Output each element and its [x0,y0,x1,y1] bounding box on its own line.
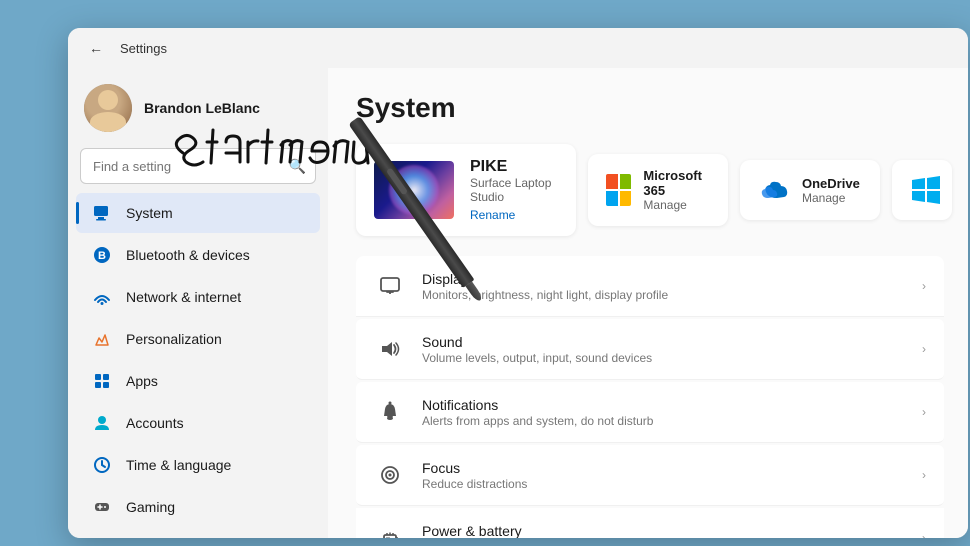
content-area: Brandon LeBlanc 🔍 System [68,68,968,538]
sound-icon [374,333,406,365]
focus-name: Focus [422,460,906,476]
ms365-name: Microsoft 365 [643,168,710,198]
sound-desc: Volume levels, output, input, sound devi… [422,351,906,365]
display-name: Display [422,271,906,287]
sidebar-item-apps-label: Apps [126,373,158,389]
sidebar-item-gaming[interactable]: Gaming [76,487,320,527]
search-icon: 🔍 [289,158,306,175]
power-chevron: › [922,531,926,538]
windows-card[interactable] [892,160,952,220]
sound-text: Sound Volume levels, output, input, soun… [422,334,906,365]
sidebar-item-system-label: System [126,205,173,221]
sidebar-item-system[interactable]: System [76,193,320,233]
sidebar-item-accessibility[interactable]: Accessibility [76,529,320,538]
personalization-icon [92,329,112,349]
stylus-tip [465,282,483,303]
sidebar-item-bluetooth-label: Bluetooth & devices [126,247,250,263]
onedrive-icon [758,174,790,206]
notifications-name: Notifications [422,397,906,413]
windows-icon [910,174,942,206]
back-button[interactable]: ← [84,36,108,60]
sidebar-item-accounts[interactable]: Accounts [76,403,320,443]
ms365-icon [606,174,631,206]
sound-name: Sound [422,334,906,350]
focus-icon [374,459,406,491]
bluetooth-icon: B [92,245,112,265]
sidebar-item-gaming-label: Gaming [126,499,175,515]
sidebar-item-time-label: Time & language [126,457,231,473]
user-profile: Brandon LeBlanc [68,76,328,148]
settings-item-power[interactable]: Power & battery Sleep, battery usage, ba… [356,508,944,538]
network-icon [92,287,112,307]
notifications-chevron: › [922,405,926,419]
sidebar-item-network[interactable]: Network & internet [76,277,320,317]
accounts-icon [92,413,112,433]
display-icon [374,270,406,302]
settings-item-focus[interactable]: Focus Reduce distractions › [356,445,944,506]
focus-desc: Reduce distractions [422,477,906,491]
apps-icon [92,371,112,391]
power-text: Power & battery Sleep, battery usage, ba… [422,523,906,539]
power-icon [374,522,406,538]
power-name: Power & battery [422,523,906,539]
sidebar-item-personalization[interactable]: Personalization [76,319,320,359]
device-rename-link[interactable]: Rename [470,208,558,222]
sidebar-item-personalization-label: Personalization [126,331,222,347]
main-content: System PIKE Surface Laptop Studio Rename [328,68,968,538]
sidebar-item-time[interactable]: Time & language [76,445,320,485]
gaming-icon [92,497,112,517]
notifications-desc: Alerts from apps and system, do not dist… [422,414,906,428]
onedrive-name: OneDrive [802,176,860,191]
onedrive-info: OneDrive Manage [802,176,860,205]
device-info: PIKE Surface Laptop Studio Rename [470,158,558,222]
settings-item-notifications[interactable]: Notifications Alerts from apps and syste… [356,382,944,443]
search-box: 🔍 [80,148,316,184]
svg-text:B: B [98,250,106,262]
focus-text: Focus Reduce distractions [422,460,906,491]
onedrive-card[interactable]: OneDrive Manage [740,160,880,220]
sound-chevron: › [922,342,926,356]
search-input[interactable] [80,148,316,184]
sidebar-item-network-label: Network & internet [126,289,241,305]
focus-chevron: › [922,468,926,482]
settings-window: ← Settings Brandon LeBlanc 🔍 [68,28,968,538]
window-title: Settings [120,41,167,56]
device-model: Surface Laptop Studio [470,176,558,204]
device-name: PIKE [470,158,558,176]
sidebar-item-accounts-label: Accounts [126,415,184,431]
system-icon [92,203,112,223]
titlebar: ← Settings [68,28,968,68]
avatar-image [84,84,132,132]
sidebar-item-bluetooth[interactable]: B Bluetooth & devices [76,235,320,275]
notifications-text: Notifications Alerts from apps and syste… [422,397,906,428]
stylus-button [386,167,408,195]
device-services-row: PIKE Surface Laptop Studio Rename Micros… [356,144,944,236]
ms365-card[interactable]: Microsoft 365 Manage [588,154,728,226]
display-text: Display Monitors, brightness, night ligh… [422,271,906,302]
avatar [84,84,132,132]
display-chevron: › [922,279,926,293]
display-desc: Monitors, brightness, night light, displ… [422,288,906,302]
settings-item-sound[interactable]: Sound Volume levels, output, input, soun… [356,319,944,380]
sidebar: Brandon LeBlanc 🔍 System [68,68,328,538]
ms365-info: Microsoft 365 Manage [643,168,710,212]
time-icon [92,455,112,475]
username: Brandon LeBlanc [144,100,260,116]
onedrive-action: Manage [802,191,860,205]
notifications-icon [374,396,406,428]
sidebar-item-apps[interactable]: Apps [76,361,320,401]
page-title: System [356,92,944,124]
settings-list: Display Monitors, brightness, night ligh… [356,256,944,538]
ms365-action: Manage [643,198,710,212]
